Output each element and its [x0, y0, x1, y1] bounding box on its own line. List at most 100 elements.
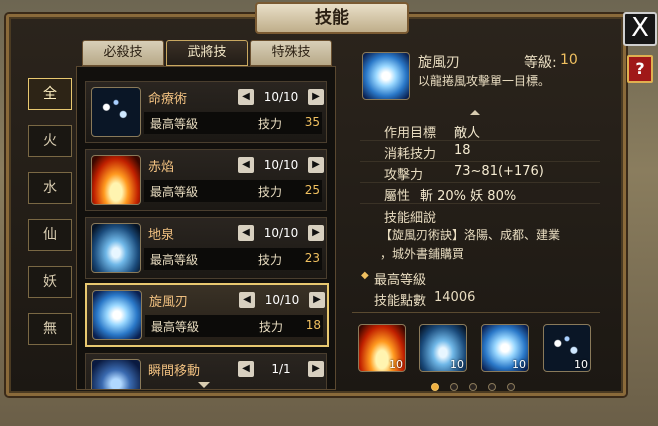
cost-value: 23 [304, 251, 320, 265]
skill-info-bar: 最高等級 技力 23 [144, 248, 322, 270]
slot-level: 10 [512, 358, 526, 371]
scroll-up-icon[interactable] [470, 110, 480, 115]
desc-line-2: ，城外書鋪購買 [380, 247, 465, 261]
fire-icon [91, 155, 141, 205]
skill-card[interactable]: 赤焰 ◀ 10/10 ▶ 最高等級 技力 25 [85, 149, 327, 211]
attribute-label: 屬性 [384, 189, 411, 204]
level-decrease-button[interactable]: ◀ [239, 292, 255, 308]
skill-points-value: 14006 [434, 290, 476, 305]
page-dot-5[interactable] [507, 383, 515, 391]
level-increase-button[interactable]: ▶ [308, 361, 324, 377]
cost-label: 技力 [258, 253, 283, 267]
max-level-label: 最高等級 [374, 273, 427, 288]
skill-name: 赤焰 [148, 160, 175, 175]
attribute-value: 斬 20% 妖 80% [420, 189, 517, 204]
cost-value: 35 [304, 115, 320, 129]
detail-summary: 以龍捲風攻擊單一目標。 [418, 74, 551, 88]
cost-label: 消耗技力 [384, 147, 437, 162]
slot-level: 10 [574, 358, 588, 371]
target-value: 敵人 [454, 126, 481, 141]
skill-points-label: 技能點數 [374, 294, 427, 309]
whirlwind-icon [92, 290, 142, 340]
cost-value: 25 [304, 183, 320, 197]
page-dot-4[interactable] [488, 383, 496, 391]
skill-info-bar: 最高等級 技力 25 [144, 180, 322, 202]
skill-level: 10/10 [264, 293, 300, 307]
detail-level-label: 等級: [524, 55, 557, 71]
max-level-label: 最高等級 [150, 117, 199, 131]
tab-ultimate[interactable]: 必殺技 [82, 40, 164, 66]
filter-none[interactable]: 無 [28, 313, 72, 345]
skill-list[interactable]: 命療術 ◀ 10/10 ▶ 最高等級 技力 35 赤焰 ◀ 10/10 ▶ 最高… [76, 66, 336, 390]
slot-level: 10 [389, 358, 403, 371]
level-decrease-button[interactable]: ◀ [238, 225, 254, 241]
whirlwind-icon [362, 52, 410, 100]
teleport-icon [91, 359, 141, 389]
scroll-down-icon[interactable] [198, 382, 210, 388]
divider [352, 312, 600, 313]
skill-name: 地泉 [148, 228, 175, 243]
level-decrease-button[interactable]: ◀ [238, 89, 254, 105]
skill-level: 10/10 [263, 90, 299, 104]
page-dot-3[interactable] [469, 383, 477, 391]
cost-label: 技力 [258, 185, 283, 199]
diamond-icon: ◆ [361, 270, 369, 281]
attack-label: 攻擊力 [384, 168, 424, 183]
filter-all[interactable]: 全 [28, 78, 72, 110]
cost-value: 18 [305, 318, 321, 332]
close-button[interactable]: X [623, 12, 657, 46]
help-button[interactable]: ? [627, 55, 653, 83]
level-stepper: ◀ 10/10 ▶ [238, 224, 324, 242]
cost-label: 技力 [258, 117, 283, 131]
max-level-label: 最高等級 [150, 253, 199, 267]
filter-fire[interactable]: 火 [28, 125, 72, 157]
skill-level: 1/1 [271, 362, 291, 376]
page-dot-1[interactable] [431, 383, 439, 391]
filter-water[interactable]: 水 [28, 172, 72, 204]
skill-card[interactable]: 地泉 ◀ 10/10 ▶ 最高等級 技力 23 [85, 217, 327, 279]
filter-demon[interactable]: 妖 [28, 266, 72, 298]
tab-special[interactable]: 特殊技 [250, 40, 332, 66]
attack-value: 73~81(+176) [454, 164, 544, 179]
filter-immortal[interactable]: 仙 [28, 219, 72, 251]
level-increase-button[interactable]: ▶ [308, 157, 324, 173]
skill-name: 命療術 [148, 92, 188, 107]
level-decrease-button[interactable]: ◀ [238, 361, 254, 377]
skill-slot-4[interactable]: 10 [543, 324, 591, 372]
target-label: 作用目標 [384, 126, 437, 141]
window-title: 技能 [255, 2, 409, 34]
max-level-label: 最高等級 [150, 185, 199, 199]
stat-row-target: 作用目標 敵人 [360, 120, 600, 141]
tab-general-skill[interactable]: 武將技 [166, 40, 248, 66]
level-stepper: ◀ 10/10 ▶ [238, 156, 324, 174]
level-decrease-button[interactable]: ◀ [238, 157, 254, 173]
skill-card[interactable]: 命療術 ◀ 10/10 ▶ 最高等級 技力 35 [85, 81, 327, 143]
skill-slot-1[interactable]: 10 [358, 324, 406, 372]
skill-info-bar: 最高等級 技力 35 [144, 112, 322, 134]
level-increase-button[interactable]: ▶ [309, 292, 325, 308]
detail-skill-name: 旋風刃 [418, 55, 460, 71]
desc-label: 技能細說 [384, 211, 437, 226]
skill-card-selected[interactable]: 旋風刃 ◀ 10/10 ▶ 最高等級 技力 18 [85, 283, 329, 347]
desc-line-1: 【旋風刃術訣】洛陽、成都、建業 [380, 228, 561, 242]
skill-info-bar: 最高等級 技力 18 [145, 315, 323, 337]
detail-level-value: 10 [560, 52, 578, 68]
level-increase-button[interactable]: ▶ [308, 225, 324, 241]
stat-row-attribute: 屬性 斬 20% 妖 80% [360, 183, 600, 204]
skill-slot-2[interactable]: 10 [419, 324, 467, 372]
spring-icon [91, 223, 141, 273]
heal-icon [91, 87, 141, 137]
level-stepper: ◀ 1/1 ▶ [238, 360, 324, 378]
level-stepper: ◀ 10/10 ▶ [239, 291, 325, 309]
max-level-label: 最高等級 [151, 320, 200, 334]
skill-slot-3[interactable]: 10 [481, 324, 529, 372]
skill-level: 10/10 [263, 158, 299, 172]
stat-row-attack: 攻擊力 73~81(+176) [360, 162, 600, 183]
skill-level: 10/10 [263, 226, 299, 240]
page-dot-2[interactable] [450, 383, 458, 391]
level-increase-button[interactable]: ▶ [308, 89, 324, 105]
skill-name: 瞬間移動 [148, 364, 201, 379]
level-stepper: ◀ 10/10 ▶ [238, 88, 324, 106]
slot-level: 10 [450, 358, 464, 371]
skill-name: 旋風刃 [149, 295, 189, 310]
